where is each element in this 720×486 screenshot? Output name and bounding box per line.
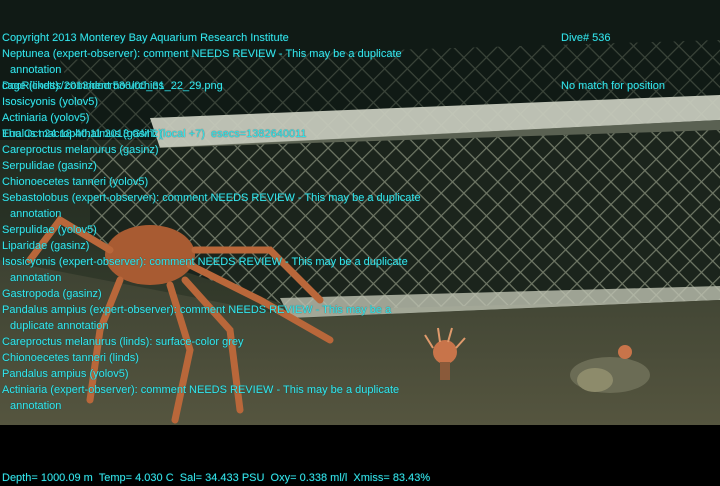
annotation-line: Isosicyonis (expert-observer): comment N…: [2, 256, 408, 268]
annotation-continuation: annotation: [10, 64, 62, 76]
annotation-line: Sebastolobus (expert-observer): comment …: [2, 192, 421, 204]
copyright-text: Copyright 2013 Monterey Bay Aquarium Res…: [2, 32, 289, 44]
annotation-line: Liparidae (gasinz): [2, 240, 90, 252]
annotation-line: Careproctus melanurus (gasinz): [2, 144, 159, 156]
annotation-line: Pandalus ampius (expert-observer): comme…: [2, 304, 392, 316]
header-right: Dive# 536 No match for position: [561, 0, 665, 110]
annotation-continuation: annotation: [10, 208, 62, 220]
annotation-line: Chionoecetes tanneri (yolov5): [2, 176, 149, 188]
annotation-line: Gastropoda (gasinz): [2, 288, 102, 300]
annotation-line: Actiniaria (yolov5): [2, 112, 90, 124]
annotation-line: Pandalus ampius (yolov5): [2, 368, 129, 380]
annotation-line: Serpulidae (yolov5): [2, 224, 97, 236]
dive-number-text: Dive# 536: [561, 32, 611, 44]
annotation-continuation: annotation: [10, 272, 62, 284]
annotation-line: Serpulidae (gasinz): [2, 160, 97, 172]
annotation-line: Eualus macrophthalmus (gasinz): [2, 128, 163, 140]
annotation-line: Chionoecetes tanneri (linds): [2, 352, 139, 364]
annotation-line: Isosicyonis (yolov5): [2, 96, 98, 108]
annotation-list: Neptunea (expert-observer): comment NEED…: [2, 46, 421, 414]
sensor-readout: Depth= 1000.09 m Temp= 4.030 C Sal= 34.4…: [2, 472, 431, 484]
annotation-line: Careproctus melanurus (linds): surface-c…: [2, 336, 244, 348]
position-status-text: No match for position: [561, 80, 665, 92]
annotation-continuation: annotation: [10, 400, 62, 412]
annotation-continuation: duplicate annotation: [10, 320, 109, 332]
annotation-line: cage (linds): comment no urchins: [2, 80, 165, 92]
annotation-line: Actiniaria (expert-observer): comment NE…: [2, 384, 400, 396]
annotation-line: Neptunea (expert-observer): comment NEED…: [2, 48, 402, 60]
